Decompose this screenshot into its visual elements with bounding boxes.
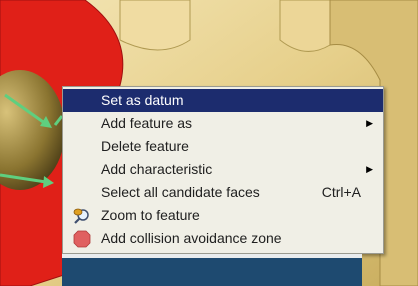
submenu-arrow-icon: ▶ (366, 118, 373, 128)
submenu-arrow-icon: ▶ (366, 164, 373, 174)
menu-item-label: Select all candidate faces (101, 184, 260, 200)
menu-item-set-as-datum[interactable]: Set as datum (63, 89, 383, 112)
menu-item-label: Set as datum (101, 92, 184, 108)
menu-item-add-feature-as[interactable]: Add feature as ▶ (63, 112, 383, 135)
menu-item-delete-feature[interactable]: Delete feature (63, 135, 383, 158)
bottom-panel-bar (62, 254, 362, 286)
menu-item-label: Zoom to feature (101, 207, 200, 223)
menu-item-add-collision-avoidance-zone[interactable]: Add collision avoidance zone (63, 227, 383, 250)
menu-item-add-characteristic[interactable]: Add characteristic ▶ (63, 158, 383, 181)
zoom-magnifier-icon (73, 208, 89, 224)
menu-item-select-all-candidate-faces[interactable]: Select all candidate faces Ctrl+A (63, 181, 383, 204)
collision-zone-icon (73, 230, 91, 248)
menu-item-shortcut: Ctrl+A (321, 184, 361, 200)
part-boss-top-right (279, 0, 331, 52)
menu-item-zoom-to-feature[interactable]: Zoom to feature (63, 204, 383, 227)
menu-item-label: Add characteristic (101, 161, 213, 177)
menu-item-label: Add collision avoidance zone (101, 230, 282, 246)
part-boss-top (119, 0, 191, 51)
context-menu: Set as datum Add feature as ▶ Delete fea… (62, 86, 384, 254)
menu-item-label: Delete feature (101, 138, 189, 154)
3d-viewport[interactable]: Set as datum Add feature as ▶ Delete fea… (0, 0, 418, 286)
menu-item-label: Add feature as (101, 115, 193, 131)
